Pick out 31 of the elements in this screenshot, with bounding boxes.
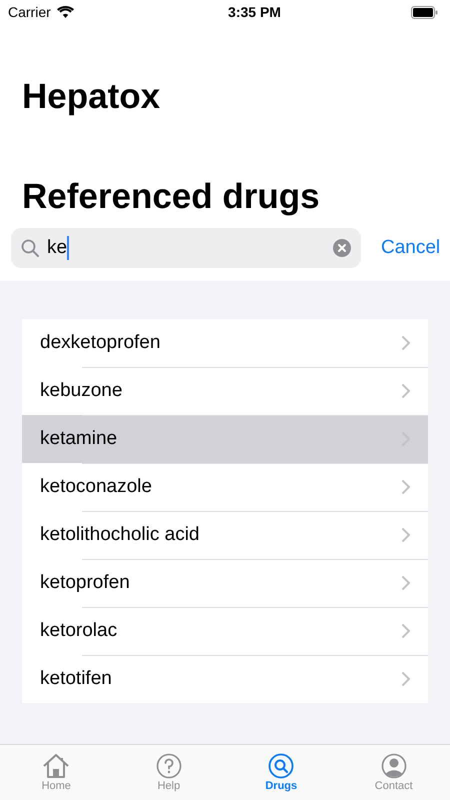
chevron-icon <box>402 624 410 638</box>
page-title: Referenced drugs <box>22 176 321 218</box>
help-icon <box>156 753 182 779</box>
search-icon <box>268 753 294 779</box>
drug-name: ketotifen <box>40 668 112 690</box>
cancel-button[interactable]: Cancel <box>381 237 440 259</box>
clock-time: 3:35 PM <box>228 4 281 20</box>
chevron-icon <box>402 384 410 398</box>
carrier-label: Carrier <box>8 4 51 20</box>
drug-name: ketamine <box>40 428 118 450</box>
battery-icon <box>410 6 438 18</box>
drug-name: dexketoprofen <box>40 332 160 354</box>
drug-name: kebuzone <box>40 380 122 402</box>
clear-icon[interactable] <box>333 239 351 257</box>
search-field[interactable]: ke <box>11 228 361 268</box>
tab-bar-item[interactable]: Drugs <box>225 745 338 800</box>
drug-name: ketorolac <box>40 620 118 642</box>
drug-name: ketoconazole <box>40 476 152 498</box>
chevron-icon <box>402 480 410 494</box>
drug-name: ketoprofen <box>40 572 130 594</box>
drug-name: ketolithocholic acid <box>40 524 200 546</box>
search-icon <box>21 239 39 257</box>
house-icon <box>42 753 70 779</box>
wifi-icon <box>56 6 74 18</box>
chevron-icon <box>402 336 410 350</box>
app-title: Hepatox <box>22 76 162 118</box>
person-icon <box>380 753 407 779</box>
chevron-icon <box>402 528 410 542</box>
chevron-icon <box>402 672 410 686</box>
chevron-icon <box>402 576 410 590</box>
drug-list-item[interactable]: ketamine <box>22 415 428 463</box>
